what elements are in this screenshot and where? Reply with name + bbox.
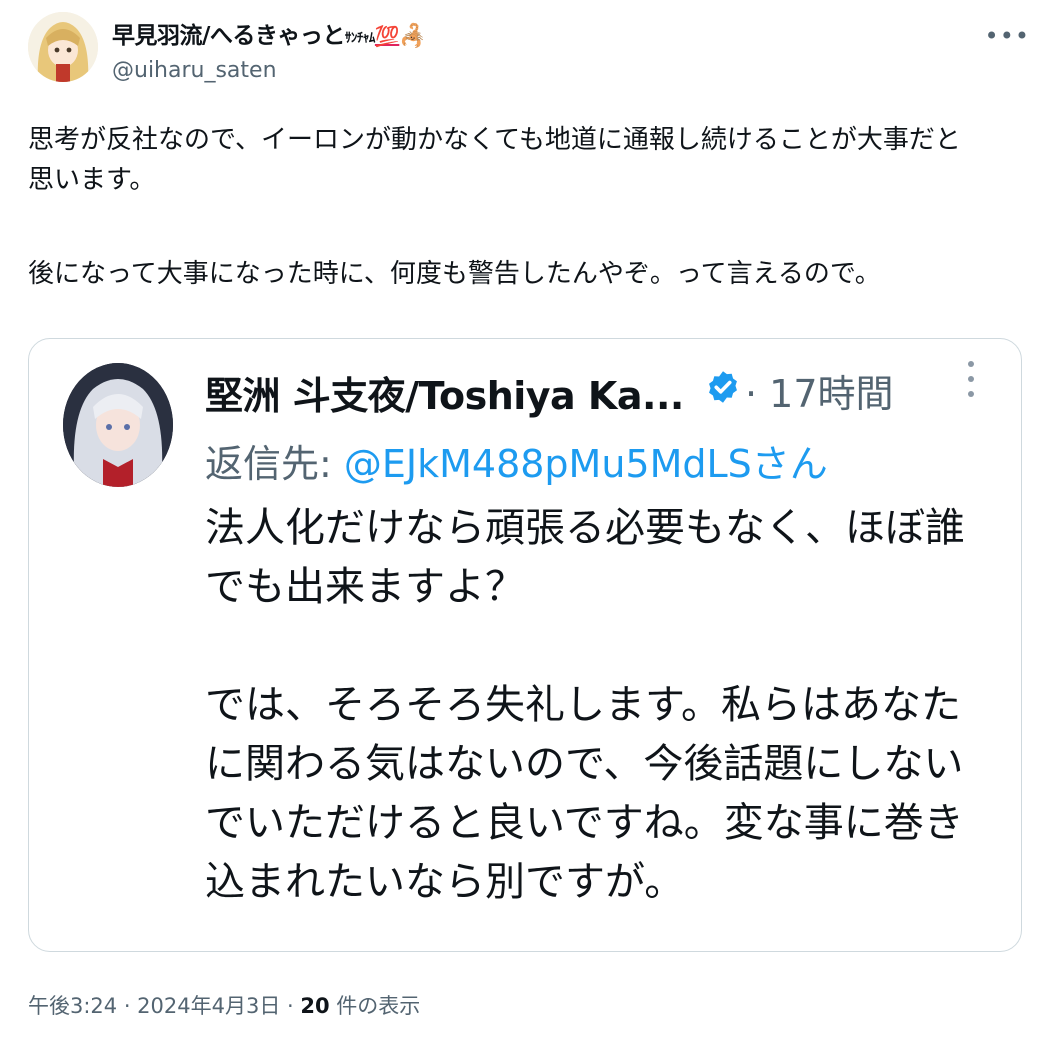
hundred-points-icon: 💯 [374, 24, 400, 48]
quote-line: 法人化だけなら頑張る必要もなく、ほぼ誰 [205, 505, 965, 551]
author-avatar[interactable] [28, 12, 98, 82]
reply-handle-link[interactable]: @EJkM488pMu5MdLSさん [344, 442, 828, 486]
more-options-icon[interactable]: ••• [985, 22, 1030, 50]
verified-badge-icon [709, 371, 737, 403]
tweet-meta: 午後3:24 · 2024年4月3日 · 20 件の表示 [28, 990, 420, 1020]
quote-avatar-image [63, 363, 173, 487]
quoted-tweet-card[interactable]: 堅洲 斗支夜/Toshiya Ka... · 17時間 返信先: @EJkM48… [28, 338, 1022, 952]
author-name-text: 早見羽流/へるきゃっと [112, 23, 345, 49]
quote-line: 込まれたいなら別ですが。 [205, 859, 685, 905]
quote-reply-context: 返信先: @EJkM488pMu5MdLSさん [205, 433, 828, 488]
quote-line: でも出来ますよ？ [205, 564, 525, 610]
quote-author-name[interactable]: 堅洲 斗支夜/Toshiya Ka... [205, 365, 684, 420]
tweet-line: 後になって大事になった時に、何度も警告したんやぞ。って言えるので。 [28, 259, 881, 289]
author-handle[interactable]: @uiharu_saten [112, 58, 277, 83]
views-label: 件の表示 [329, 994, 421, 1018]
quote-line: に関わる気はないので、今後話題にしない [205, 741, 964, 787]
quote-author-avatar[interactable] [63, 363, 173, 487]
quote-line: では、そろそろ失礼します。私らはあなた [205, 682, 961, 728]
views-count: 20 [300, 994, 330, 1018]
quote-timestamp[interactable]: · 17時間 [745, 363, 894, 418]
quote-text: 法人化だけなら頑張る必要もなく、ほぼ誰 でも出来ますよ？ では、そろそろ失礼しま… [205, 499, 1005, 912]
quote-line: でいただけると良いですね。変な事に巻き [205, 800, 964, 846]
tweet-line: 思考が反社なので、イーロンが動かなくても地道に通報し続けることが大事だと [28, 125, 961, 155]
quote-more-options-icon[interactable] [965, 361, 977, 405]
author-name-suffix: ｻﾝﾁｬﾑ [344, 31, 376, 46]
tweet-line: 思います。 [28, 165, 156, 195]
reply-prefix: 返信先: [205, 442, 344, 486]
author-avatar-image [28, 12, 98, 82]
author-display-name[interactable]: 早見羽流/へるきゃっとｻﾝﾁｬﾑ💯🦂 [112, 16, 427, 50]
tweet-timestamp[interactable]: 午後3:24 · 2024年4月3日 · [28, 994, 300, 1018]
tweet-text: 思考が反社なので、イーロンが動かなくても地道に通報し続けることが大事だと 思いま… [28, 120, 1028, 294]
scorpion-icon: 🦂 [399, 24, 427, 49]
